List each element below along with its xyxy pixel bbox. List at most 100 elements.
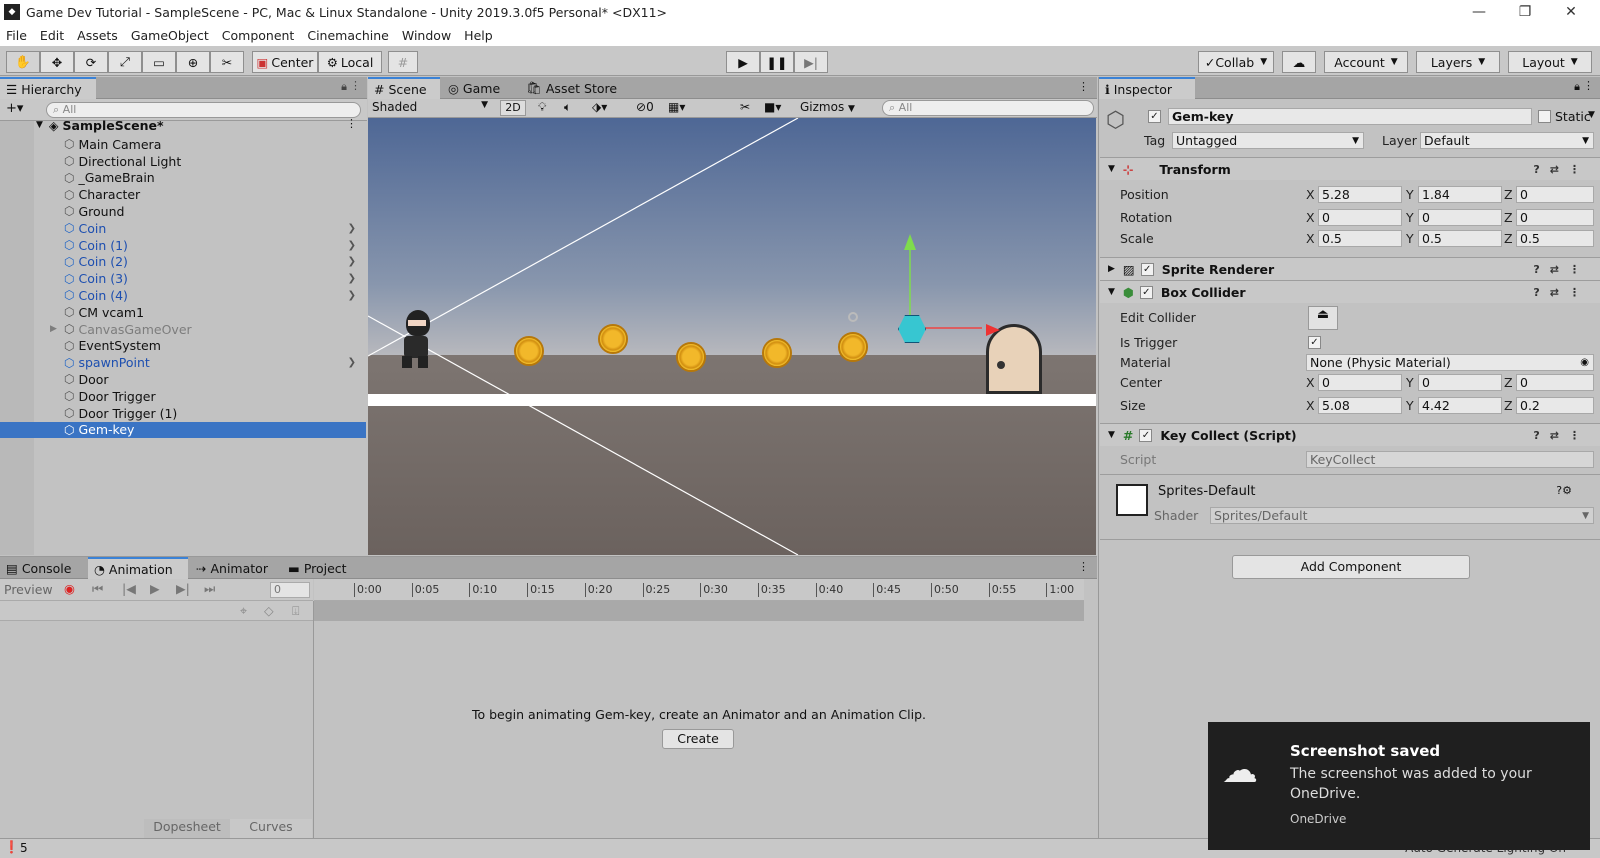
add-component-button[interactable]: Add Component	[1232, 555, 1470, 579]
vector-field-y[interactable]: 0	[1418, 209, 1502, 226]
shading-mode-dropdown[interactable]: Shaded ▼	[370, 100, 492, 116]
prefab-open-icon[interactable]: ❯	[348, 357, 356, 368]
add-keyframe-icon[interactable]: ◇	[264, 603, 274, 618]
minimize-icon[interactable]: —	[1456, 0, 1502, 24]
frame-input[interactable]: 0	[270, 582, 310, 598]
menu-file[interactable]: File	[6, 28, 27, 43]
restore-icon[interactable]: ❐	[1502, 0, 1548, 24]
object-name-field[interactable]: Gem-key	[1168, 108, 1532, 125]
tools-icon[interactable]: ✂	[740, 100, 750, 114]
is-trigger-checkbox[interactable]: ✓	[1308, 336, 1321, 349]
active-checkbox[interactable]: ✓	[1148, 110, 1161, 123]
hierarchy-item[interactable]: ⬡ Directional Light	[0, 153, 366, 170]
box-collider-header[interactable]: ▼ ⬢ ✓ Box Collider ?⇄⋮	[1100, 280, 1600, 303]
tab-game[interactable]: ◎ Game	[442, 77, 506, 99]
hierarchy-item[interactable]: ⬡ Door Trigger (1)	[0, 405, 366, 422]
hierarchy-search-input[interactable]: ⌕ All	[46, 102, 361, 118]
vector-field-z[interactable]: 0.2	[1516, 397, 1594, 414]
kebab-menu-icon[interactable]: ⋮	[350, 79, 361, 92]
rotate-tool-icon[interactable]: ⟳	[74, 51, 108, 73]
gizmos-dropdown[interactable]: Gizmos ▼	[800, 100, 855, 114]
static-checkbox[interactable]	[1538, 110, 1551, 123]
tab-hierarchy[interactable]: ☰ Hierarchy	[0, 77, 96, 99]
lighting-toggle-icon[interactable]: 💡︎	[538, 100, 546, 115]
coin-sprite[interactable]	[762, 338, 792, 368]
menu-component[interactable]: Component	[222, 28, 295, 43]
lock-icon[interactable]: 🔒︎	[341, 80, 347, 94]
hierarchy-item[interactable]: ⬡ Ground	[0, 203, 366, 220]
expand-icon[interactable]: ▼	[36, 120, 43, 130]
camera-icon[interactable]: ■▾	[764, 100, 781, 114]
layout-dropdown[interactable]: Layout ▼	[1508, 51, 1592, 73]
hierarchy-item[interactable]: ⬡ Coin (1) ❯	[0, 237, 366, 254]
hierarchy-item[interactable]: ⬡ CM vcam1	[0, 304, 366, 321]
hierarchy-item[interactable]: ⬡ Character	[0, 186, 366, 203]
collapse-icon[interactable]: ▼	[1108, 164, 1115, 174]
record-icon[interactable]: ◉	[64, 581, 75, 596]
key-collect-checkbox[interactable]: ✓	[1139, 428, 1153, 442]
component-header-icons[interactable]: ?⇄⋮	[1533, 286, 1590, 299]
grid-snap-icon[interactable]: #	[388, 51, 418, 73]
close-icon[interactable]: ✕	[1548, 0, 1594, 24]
sprite-renderer-checkbox[interactable]: ✓	[1140, 262, 1154, 276]
prefab-open-icon[interactable]: ❯	[348, 256, 356, 267]
step-button[interactable]: ▶|	[794, 51, 828, 73]
collapse-icon[interactable]: ▼	[1108, 430, 1115, 440]
vector-field-y[interactable]: 0.5	[1418, 230, 1502, 247]
vector-field-x[interactable]: 5.08	[1318, 397, 1402, 414]
coin-sprite[interactable]	[514, 336, 544, 366]
material-help-icon[interactable]: ?⚙	[1556, 484, 1572, 497]
object-picker-icon[interactable]: ◉	[1580, 357, 1589, 368]
transform-tool-icon[interactable]: ⊕	[176, 51, 210, 73]
ninja-character-sprite[interactable]	[398, 310, 434, 368]
account-dropdown[interactable]: Account ▼	[1324, 51, 1408, 73]
hidden-objects-icon[interactable]: ⊘0	[636, 100, 654, 114]
onedrive-notification[interactable]: ☁ Screenshot saved The screenshot was ad…	[1208, 722, 1590, 850]
menu-gameobject[interactable]: GameObject	[131, 28, 209, 43]
material-field[interactable]: None (Physic Material) ◉	[1306, 354, 1594, 371]
menu-assets[interactable]: Assets	[77, 28, 118, 43]
tab-asset-store[interactable]: 🛍︎ Asset Store	[520, 77, 623, 99]
timeline-ruler[interactable]: 0:00 0:05 0:10 0:15 0:20 0:25 0:30 0:35 0:40 0:45…	[314, 579, 1084, 601]
tab-console[interactable]: ▤ Console	[0, 557, 77, 579]
vector-field-x[interactable]: 0	[1318, 374, 1402, 391]
tab-scene[interactable]: # Scene	[368, 77, 440, 99]
hierarchy-item[interactable]: ⬡ Coin (3) ❯	[0, 270, 366, 287]
hierarchy-item[interactable]: ⬡ CanvasGameOver ▶	[0, 321, 366, 338]
add-object-button[interactable]: +▾	[6, 101, 23, 116]
rect-tool-icon[interactable]: ▭	[142, 51, 176, 73]
vector-field-z[interactable]: 0	[1516, 186, 1594, 203]
prefab-open-icon[interactable]: ❯	[348, 290, 356, 301]
tab-animator[interactable]: ⇢ Animator	[190, 557, 274, 579]
play-button[interactable]: ▶	[726, 51, 760, 73]
scene-kebab-icon[interactable]: ⋮	[1078, 80, 1089, 93]
menu-cinemachine[interactable]: Cinemachine	[307, 28, 389, 43]
coin-sprite[interactable]	[676, 342, 706, 372]
hierarchy-item[interactable]: ⬡ Door Trigger	[0, 388, 366, 405]
coin-sprite[interactable]	[838, 332, 868, 362]
pivot-local-button[interactable]: ⚙ Local	[318, 51, 382, 73]
hierarchy-item[interactable]: ⬡ Main Camera	[0, 136, 366, 153]
sprite-renderer-header[interactable]: ▶ ▨ ✓ Sprite Renderer ?⇄⋮	[1100, 257, 1600, 280]
scene-search-input[interactable]: ⌕ All	[882, 100, 1094, 116]
audio-toggle-icon[interactable]: 🔈︎	[564, 100, 571, 115]
tab-inspector[interactable]: ℹ Inspector	[1099, 77, 1195, 99]
hierarchy-item[interactable]: ⬡ Gem-key	[0, 421, 366, 439]
filter-icon[interactable]: ⌖	[240, 603, 247, 619]
menu-window[interactable]: Window	[402, 28, 451, 43]
pivot-center-button[interactable]: ▣ Center	[252, 51, 318, 73]
scene-menu-icon[interactable]: ⋮	[346, 117, 357, 130]
create-button[interactable]: Create	[662, 729, 734, 749]
lock-icon[interactable]: 🔒︎	[1574, 80, 1580, 94]
scale-tool-icon[interactable]: ⤢	[108, 51, 142, 73]
layer-dropdown[interactable]: Default ▼	[1420, 132, 1594, 149]
prev-key-icon[interactable]: |◀	[122, 581, 136, 596]
2d-toggle-button[interactable]: 2D	[500, 100, 526, 116]
expand-icon[interactable]: ▶	[1108, 264, 1115, 274]
collapse-icon[interactable]: ▼	[1108, 287, 1115, 297]
next-key-icon[interactable]: ▶|	[176, 581, 190, 596]
coin-sprite[interactable]	[598, 324, 628, 354]
hand-tool-icon[interactable]: ✋	[6, 51, 40, 73]
vector-field-x[interactable]: 0.5	[1318, 230, 1402, 247]
tag-dropdown[interactable]: Untagged ▼	[1172, 132, 1364, 149]
